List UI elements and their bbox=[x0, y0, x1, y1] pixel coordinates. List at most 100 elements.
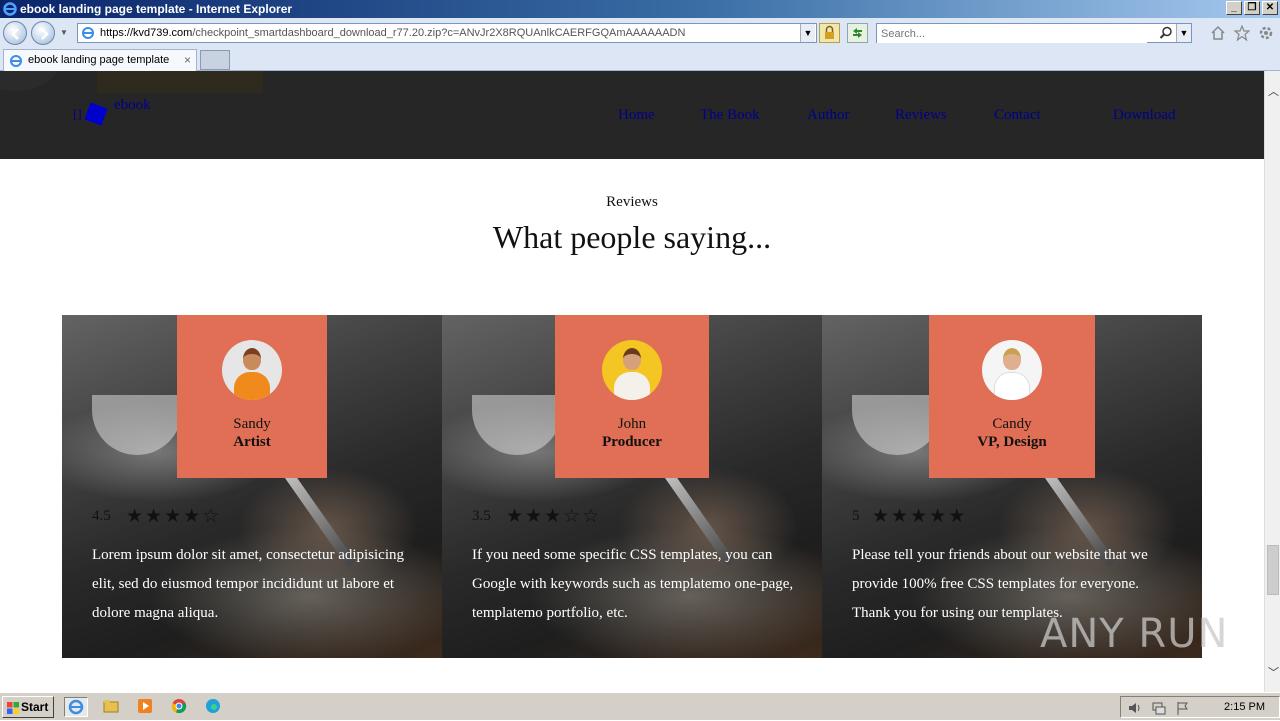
windows-flag-icon bbox=[7, 702, 19, 714]
rating-value: 5 bbox=[852, 507, 860, 524]
logo-bracket: [] bbox=[73, 106, 82, 121]
star-icon: ★ bbox=[929, 505, 947, 527]
site-navbar: [] ebook Home The Book Author Reviews Co… bbox=[0, 71, 1264, 159]
reviewer-role: Producer bbox=[602, 434, 662, 450]
star-icon: ★ bbox=[544, 505, 562, 527]
star-icon: ★ bbox=[525, 505, 543, 527]
star-icon: ★ bbox=[126, 505, 144, 527]
refresh-icon bbox=[853, 28, 862, 38]
scroll-thumb[interactable] bbox=[1267, 545, 1279, 595]
star-icon: ☆ bbox=[582, 505, 600, 527]
new-tab-button[interactable] bbox=[200, 50, 230, 70]
scroll-down-icon[interactable]: ﹀ bbox=[1268, 664, 1279, 680]
history-dropdown-icon[interactable]: ▼ bbox=[60, 28, 68, 37]
star-icon: ★ bbox=[145, 505, 163, 527]
star-icon: ★ bbox=[872, 505, 890, 527]
reviewer-profile: Candy VP, Design bbox=[929, 315, 1095, 478]
star-icon: ★ bbox=[183, 505, 201, 527]
avatar bbox=[222, 340, 282, 400]
restore-button[interactable]: ❐ bbox=[1244, 1, 1260, 15]
taskbar-explorer-icon[interactable] bbox=[100, 697, 124, 717]
rating: 3.5 ★ ★ ★ ☆ ☆ bbox=[472, 506, 599, 526]
address-dropdown-icon[interactable]: ▼ bbox=[800, 24, 815, 42]
avatar bbox=[982, 340, 1042, 400]
nav-decoration bbox=[0, 71, 60, 91]
rating-value: 4.5 bbox=[92, 507, 111, 524]
review-card: John Producer 3.5 ★ ★ ★ ☆ ☆ If you need … bbox=[442, 315, 822, 658]
taskbar-chrome-icon[interactable] bbox=[168, 697, 192, 717]
reviewer-profile: Sandy Artist bbox=[177, 315, 327, 478]
tab-ebook[interactable]: ebook landing page template × bbox=[3, 49, 197, 71]
gear-icon[interactable] bbox=[1258, 25, 1274, 41]
page-icon bbox=[82, 27, 94, 39]
minimize-button[interactable]: _ bbox=[1226, 1, 1242, 15]
menu-the-book[interactable]: The Book bbox=[700, 107, 760, 124]
window-titlebar: ebook landing page template - Internet E… bbox=[0, 0, 1280, 18]
review-card: Sandy Artist 4.5 ★ ★ ★ ★ ☆ Lorem ipsum d… bbox=[62, 315, 442, 658]
menu-reviews[interactable]: Reviews bbox=[895, 107, 947, 124]
menu-download[interactable]: Download bbox=[1113, 107, 1176, 124]
menu-author[interactable]: Author bbox=[807, 107, 850, 124]
refresh-button[interactable] bbox=[847, 23, 868, 43]
nav-decoration-bar bbox=[97, 71, 263, 93]
search-input[interactable] bbox=[877, 25, 1147, 43]
tab-label: ebook landing page template bbox=[28, 54, 170, 66]
star-icon: ★ bbox=[506, 505, 524, 527]
address-toolbar: ▼ https://kvd739.com/checkpoint_smartdas… bbox=[0, 18, 1280, 48]
scroll-up-icon[interactable]: ︿ bbox=[1268, 83, 1279, 99]
forward-button[interactable] bbox=[31, 21, 55, 45]
section-subtitle: Reviews bbox=[606, 194, 658, 210]
star-icon: ☆ bbox=[563, 505, 581, 527]
tab-close-icon[interactable]: × bbox=[184, 50, 191, 70]
clock[interactable]: 2:15 PM bbox=[1224, 701, 1265, 713]
star-icon: ★ bbox=[948, 505, 966, 527]
back-button[interactable] bbox=[3, 21, 27, 45]
action-center-flag-icon[interactable] bbox=[1175, 700, 1191, 716]
review-text: Lorem ipsum dolor sit amet, consectetur … bbox=[92, 547, 405, 621]
star-icon: ☆ bbox=[202, 505, 220, 527]
review-card: Candy VP, Design 5 ★ ★ ★ ★ ★ Please tell… bbox=[822, 315, 1202, 658]
review-text: If you need some specific CSS templates,… bbox=[472, 547, 794, 621]
address-bar[interactable]: https://kvd739.com/checkpoint_smartdashb… bbox=[77, 23, 817, 43]
logo-book-icon bbox=[84, 102, 108, 126]
forward-arrow-icon bbox=[41, 28, 49, 40]
reviewer-name: John bbox=[617, 416, 647, 432]
reviewer-role: Artist bbox=[233, 434, 271, 450]
favorites-star-icon[interactable] bbox=[1234, 25, 1250, 41]
avatar bbox=[602, 340, 662, 400]
close-button[interactable]: ✕ bbox=[1262, 1, 1278, 15]
search-box[interactable]: ▼ bbox=[876, 23, 1192, 43]
menu-contact[interactable]: Contact bbox=[994, 107, 1041, 124]
reviewer-role: VP, Design bbox=[977, 434, 1047, 450]
rating: 5 ★ ★ ★ ★ ★ bbox=[852, 506, 965, 526]
start-label: Start bbox=[21, 700, 49, 714]
reviews-cards: Sandy Artist 4.5 ★ ★ ★ ★ ☆ Lorem ipsum d… bbox=[62, 315, 1202, 658]
internet-explorer-icon bbox=[3, 2, 17, 16]
reviewer-profile: John Producer bbox=[555, 315, 709, 478]
home-icon[interactable] bbox=[1210, 25, 1226, 41]
vertical-scrollbar[interactable]: ︿ ﹀ bbox=[1264, 71, 1280, 692]
tab-favicon-icon bbox=[10, 55, 22, 67]
lock-icon[interactable] bbox=[819, 23, 840, 43]
reviewer-name: Candy bbox=[992, 416, 1032, 432]
section-title: What people saying... bbox=[492, 219, 772, 255]
star-icon: ★ bbox=[891, 505, 909, 527]
volume-icon[interactable] bbox=[1127, 700, 1143, 716]
reviewer-name: Sandy bbox=[233, 416, 271, 432]
search-dropdown-icon[interactable]: ▼ bbox=[1176, 24, 1191, 42]
taskbar-ie-icon[interactable] bbox=[64, 697, 88, 717]
search-icon[interactable] bbox=[1159, 26, 1173, 40]
background-cup bbox=[472, 395, 562, 455]
star-icon: ★ bbox=[910, 505, 928, 527]
taskbar: Start 2:15 PM bbox=[0, 692, 1280, 720]
background-cup bbox=[92, 395, 182, 455]
taskbar-edge-icon[interactable] bbox=[202, 697, 226, 717]
url-host: https://kvd739.com bbox=[100, 27, 193, 39]
menu-home[interactable]: Home bbox=[618, 107, 655, 124]
network-icon[interactable] bbox=[1151, 700, 1167, 716]
system-tray: 2:15 PM bbox=[1120, 696, 1280, 718]
anyrun-watermark: ANY RUN bbox=[1040, 611, 1229, 657]
start-button[interactable]: Start bbox=[2, 696, 54, 718]
url-path: /checkpoint_smartdashboard_download_r77.… bbox=[192, 27, 686, 39]
taskbar-media-player-icon[interactable] bbox=[134, 697, 158, 717]
